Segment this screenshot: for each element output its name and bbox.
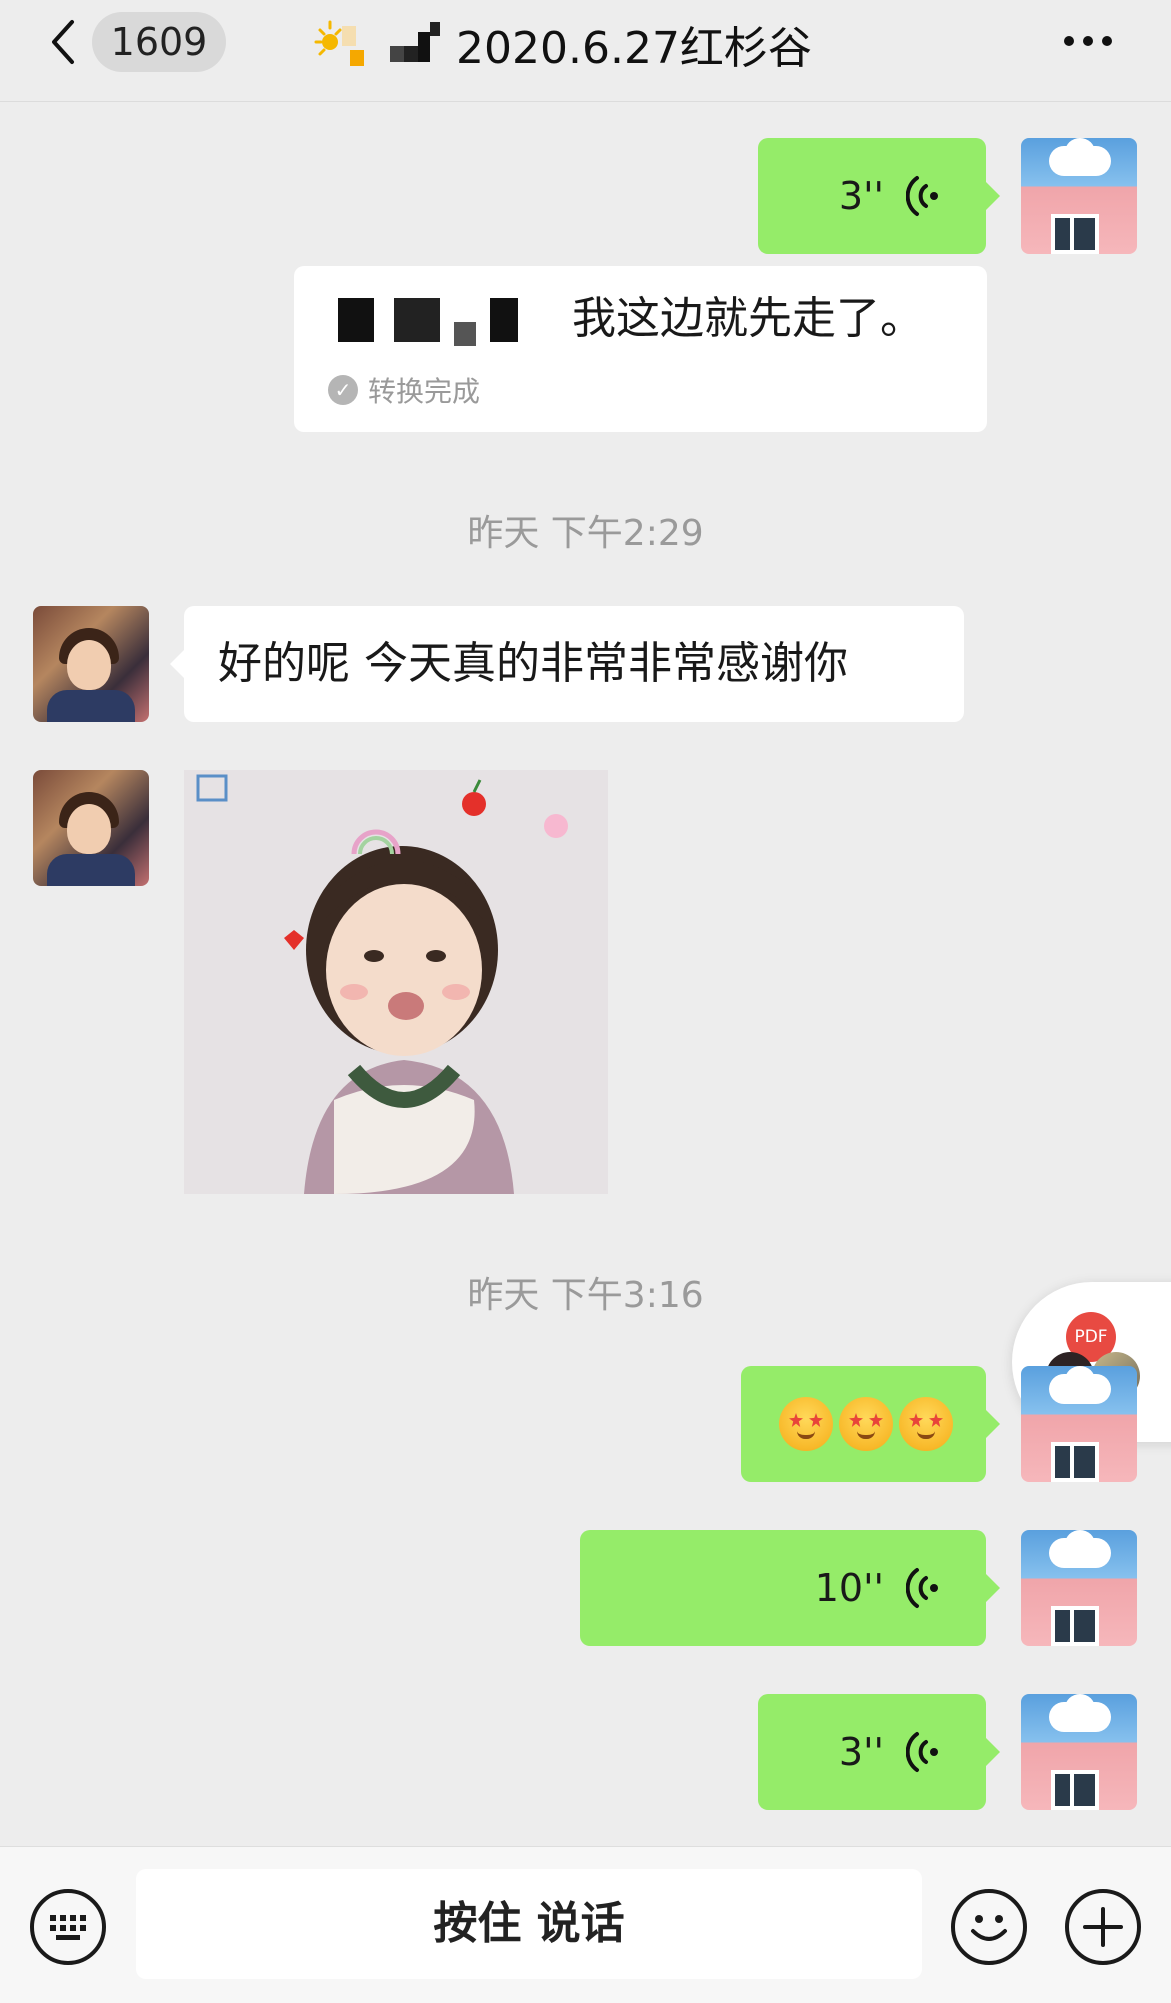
message-text: 好的呢 今天真的非常非常感谢你 [218, 638, 848, 689]
contact-avatar[interactable] [33, 606, 149, 722]
voice-message-bubble[interactable]: 10'' [580, 1530, 1000, 1646]
self-avatar[interactable] [1021, 1366, 1137, 1482]
contact-avatar[interactable] [33, 770, 149, 886]
mosaic-redaction [454, 322, 476, 346]
self-avatar[interactable] [1021, 138, 1137, 254]
chat-title: 2020.6.27红杉谷 [312, 14, 812, 74]
voice-wave-icon [906, 176, 938, 216]
self-avatar[interactable] [1021, 1694, 1137, 1810]
timestamp: 昨天 下午2:29 [467, 513, 704, 554]
keyboard-icon[interactable] [30, 1889, 106, 1965]
voice-duration: 3'' [838, 1730, 884, 1774]
voice-message-bubble[interactable]: 3'' [758, 1694, 1000, 1810]
chat-title-text: 2020.6.27红杉谷 [456, 23, 812, 74]
emoji-message-bubble[interactable] [741, 1366, 1000, 1482]
sticker-image[interactable] [184, 770, 608, 1194]
transcription-status: ✓ 转换完成 [328, 370, 480, 410]
mosaic-redaction [490, 298, 518, 342]
transcription-text: 我这边就先走了。 [572, 293, 924, 344]
voice-message-bubble[interactable]: 3'' [758, 138, 1000, 254]
star-eyes-emoji-icon [839, 1397, 893, 1451]
mosaic-redaction [384, 16, 444, 72]
mosaic-redaction [394, 298, 440, 342]
star-eyes-emoji-icon [899, 1397, 953, 1451]
hold-to-talk-button[interactable]: 按住 说话 [136, 1869, 922, 1979]
back-chevron-icon[interactable] [44, 18, 84, 66]
timestamp: 昨天 下午3:16 [467, 1275, 704, 1316]
group-emoji-icon [312, 16, 372, 72]
mosaic-redaction [338, 298, 374, 342]
check-icon: ✓ [328, 375, 358, 405]
chat-header: 1609 2020.6.27红杉谷 [0, 0, 1171, 102]
voice-wave-icon [906, 1732, 938, 1772]
transcription-status-label: 转换完成 [368, 375, 481, 408]
plus-icon[interactable] [1065, 1889, 1141, 1965]
voice-duration: 10'' [814, 1566, 884, 1610]
input-bar: 按住 说话 [0, 1846, 1171, 2003]
star-eyes-emoji-icon [779, 1397, 833, 1451]
unread-count-badge[interactable]: 1609 [92, 12, 226, 72]
emoji-icon[interactable] [951, 1889, 1027, 1965]
voice-transcription-card[interactable]: 我这边就先走了。 ✓ 转换完成 [294, 266, 987, 432]
text-message-bubble[interactable]: 好的呢 今天真的非常非常感谢你 [170, 606, 964, 722]
voice-wave-icon [906, 1568, 938, 1608]
self-avatar[interactable] [1021, 1530, 1137, 1646]
more-icon[interactable] [1064, 26, 1124, 56]
voice-duration: 3'' [838, 174, 884, 218]
